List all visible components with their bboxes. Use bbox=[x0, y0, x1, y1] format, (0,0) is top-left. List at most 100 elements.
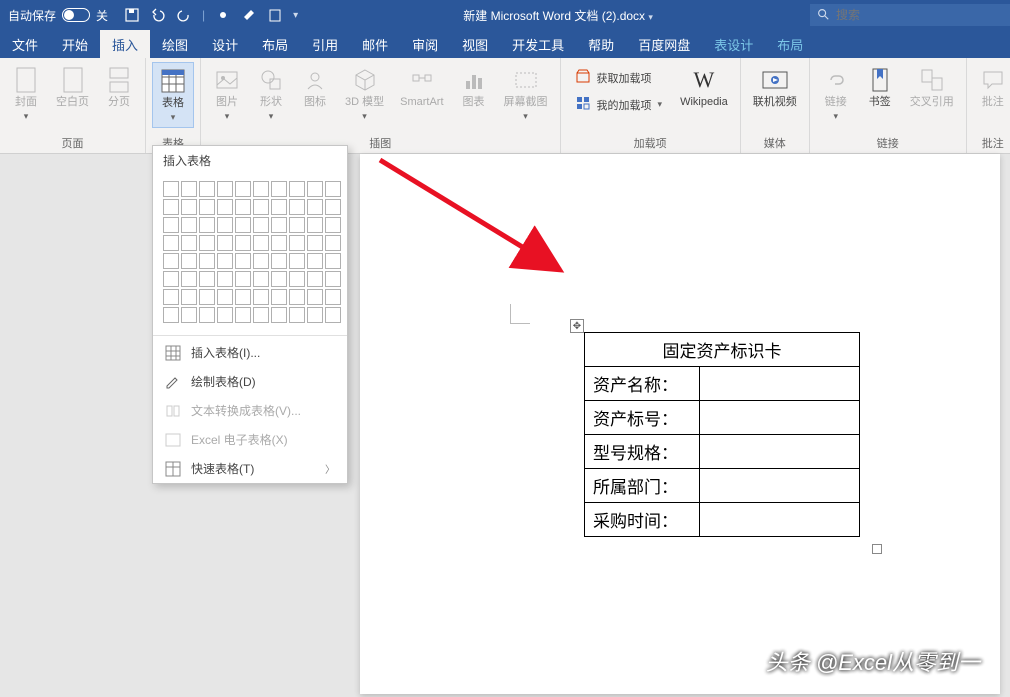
grid-cell[interactable] bbox=[199, 271, 215, 287]
quick-table-menu-item[interactable]: 快速表格(T)〉 bbox=[153, 454, 347, 483]
grid-cell[interactable] bbox=[271, 181, 287, 197]
grid-cell[interactable] bbox=[289, 271, 305, 287]
grid-cell[interactable] bbox=[199, 235, 215, 251]
comment-button[interactable]: 批注 bbox=[973, 62, 1010, 113]
label-cell[interactable]: 资产名称： bbox=[585, 367, 700, 401]
undo-icon[interactable] bbox=[150, 7, 166, 23]
grid-cell[interactable] bbox=[163, 199, 179, 215]
grid-cell[interactable] bbox=[253, 307, 269, 323]
blank-page-button[interactable]: 空白页 bbox=[50, 62, 95, 113]
wikipedia-button[interactable]: WWikipedia bbox=[674, 62, 734, 113]
tab-insert[interactable]: 插入 bbox=[100, 30, 150, 58]
asset-table[interactable]: 固定资产标识卡 资产名称： 资产标号： 型号规格： 所属部门： 采购时间： bbox=[584, 332, 860, 537]
tab-draw[interactable]: 绘图 bbox=[150, 30, 200, 58]
smartart-button[interactable]: SmartArt bbox=[394, 62, 449, 113]
qat-paint-icon[interactable] bbox=[241, 7, 257, 23]
value-cell[interactable] bbox=[700, 469, 860, 503]
grid-cell[interactable] bbox=[181, 271, 197, 287]
draw-table-menu-item[interactable]: 绘制表格(D) bbox=[153, 367, 347, 396]
chart-button[interactable]: 图表 bbox=[454, 62, 494, 113]
grid-cell[interactable] bbox=[235, 181, 251, 197]
grid-cell[interactable] bbox=[271, 289, 287, 305]
grid-cell[interactable] bbox=[181, 307, 197, 323]
table-move-handle[interactable]: ✥ bbox=[570, 319, 584, 333]
grid-cell[interactable] bbox=[163, 253, 179, 269]
grid-cell[interactable] bbox=[235, 289, 251, 305]
grid-cell[interactable] bbox=[271, 253, 287, 269]
grid-cell[interactable] bbox=[307, 289, 323, 305]
value-cell[interactable] bbox=[700, 503, 860, 537]
icons-button[interactable]: 图标 bbox=[295, 62, 335, 113]
table-title-cell[interactable]: 固定资产标识卡 bbox=[585, 333, 860, 367]
label-cell[interactable]: 资产标号： bbox=[585, 401, 700, 435]
tab-table-layout[interactable]: 布局 bbox=[765, 30, 815, 58]
grid-cell[interactable] bbox=[199, 181, 215, 197]
tab-home[interactable]: 开始 bbox=[50, 30, 100, 58]
grid-cell[interactable] bbox=[253, 253, 269, 269]
grid-cell[interactable] bbox=[307, 271, 323, 287]
search-input[interactable] bbox=[836, 8, 1004, 22]
pictures-button[interactable]: 图片▾ bbox=[207, 62, 247, 126]
grid-cell[interactable] bbox=[325, 199, 341, 215]
grid-cell[interactable] bbox=[325, 271, 341, 287]
grid-cell[interactable] bbox=[289, 253, 305, 269]
grid-cell[interactable] bbox=[271, 235, 287, 251]
tab-table-design[interactable]: 表设计 bbox=[702, 30, 765, 58]
grid-cell[interactable] bbox=[253, 181, 269, 197]
grid-cell[interactable] bbox=[217, 199, 233, 215]
grid-cell[interactable] bbox=[289, 307, 305, 323]
tab-view[interactable]: 视图 bbox=[450, 30, 500, 58]
grid-cell[interactable] bbox=[253, 217, 269, 233]
tab-help[interactable]: 帮助 bbox=[576, 30, 626, 58]
qat-customize[interactable]: ▾ bbox=[293, 10, 298, 21]
grid-cell[interactable] bbox=[235, 253, 251, 269]
grid-cell[interactable] bbox=[163, 307, 179, 323]
grid-cell[interactable] bbox=[199, 199, 215, 215]
grid-cell[interactable] bbox=[253, 199, 269, 215]
grid-cell[interactable] bbox=[307, 181, 323, 197]
tab-file[interactable]: 文件 bbox=[0, 30, 50, 58]
grid-cell[interactable] bbox=[235, 271, 251, 287]
qat-paste-icon[interactable] bbox=[267, 7, 283, 23]
grid-cell[interactable] bbox=[217, 217, 233, 233]
grid-cell[interactable] bbox=[325, 235, 341, 251]
tab-mail[interactable]: 邮件 bbox=[350, 30, 400, 58]
grid-cell[interactable] bbox=[163, 271, 179, 287]
grid-cell[interactable] bbox=[307, 217, 323, 233]
link-button[interactable]: 链接▾ bbox=[816, 62, 856, 126]
grid-cell[interactable] bbox=[235, 217, 251, 233]
value-cell[interactable] bbox=[700, 367, 860, 401]
grid-cell[interactable] bbox=[181, 235, 197, 251]
grid-cell[interactable] bbox=[253, 235, 269, 251]
grid-cell[interactable] bbox=[163, 181, 179, 197]
grid-cell[interactable] bbox=[325, 217, 341, 233]
search-box[interactable] bbox=[810, 4, 1010, 26]
grid-cell[interactable] bbox=[217, 307, 233, 323]
grid-cell[interactable] bbox=[181, 253, 197, 269]
grid-cell[interactable] bbox=[163, 289, 179, 305]
grid-cell[interactable] bbox=[253, 289, 269, 305]
grid-cell[interactable] bbox=[217, 271, 233, 287]
grid-cell[interactable] bbox=[235, 307, 251, 323]
grid-cell[interactable] bbox=[289, 235, 305, 251]
redo-icon[interactable] bbox=[176, 7, 192, 23]
page-break-button[interactable]: 分页 bbox=[99, 62, 139, 113]
autosave-toggle[interactable]: 自动保存 关 bbox=[0, 7, 116, 24]
grid-cell[interactable] bbox=[235, 199, 251, 215]
label-cell[interactable]: 采购时间： bbox=[585, 503, 700, 537]
grid-cell[interactable] bbox=[289, 199, 305, 215]
screenshot-button[interactable]: 屏幕截图▾ bbox=[498, 62, 554, 126]
cover-page-button[interactable]: 封面▾ bbox=[6, 62, 46, 126]
page[interactable]: ✥ 固定资产标识卡 资产名称： 资产标号： 型号规格： 所属部门： 采购时间： bbox=[360, 154, 1000, 694]
tab-devtools[interactable]: 开发工具 bbox=[500, 30, 576, 58]
tab-design[interactable]: 设计 bbox=[200, 30, 250, 58]
grid-cell[interactable] bbox=[307, 235, 323, 251]
grid-cell[interactable] bbox=[271, 199, 287, 215]
grid-cell[interactable] bbox=[289, 217, 305, 233]
tab-review[interactable]: 审阅 bbox=[400, 30, 450, 58]
grid-cell[interactable] bbox=[271, 271, 287, 287]
grid-cell[interactable] bbox=[235, 235, 251, 251]
grid-cell[interactable] bbox=[325, 307, 341, 323]
table-button[interactable]: 表格▾ bbox=[152, 62, 194, 128]
grid-cell[interactable] bbox=[307, 307, 323, 323]
